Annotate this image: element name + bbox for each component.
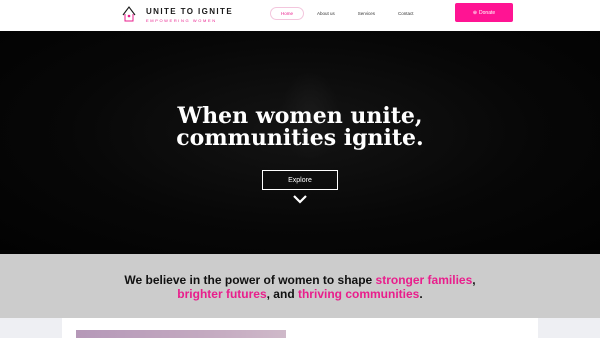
belief-text-part-2: , <box>472 273 476 287</box>
about-section <box>0 318 600 338</box>
nav-item-about-us[interactable]: About us <box>307 8 345 19</box>
nav-item-services[interactable]: Services <box>348 8 385 19</box>
brand-tagline: EMPOWERING WOMEN <box>146 18 217 23</box>
donate-button[interactable]: ⊕ Donate <box>455 3 513 22</box>
donate-label: Donate <box>479 9 496 16</box>
house-outline-icon <box>122 6 136 22</box>
site-header: UNITE TO IGNITE EMPOWERING WOMEN Home Ab… <box>0 0 600 31</box>
hero-heading: When women unite, communities ignite. <box>0 105 600 149</box>
hero-heading-line-1: When women unite, <box>177 103 423 129</box>
belief-section: We believe in the power of women to shap… <box>0 254 600 318</box>
brand-logo[interactable]: UNITE TO IGNITE EMPOWERING WOMEN <box>120 4 234 28</box>
belief-text-part-4: . <box>419 287 423 301</box>
belief-statement: We believe in the power of women to shap… <box>110 273 490 301</box>
main-nav: Home About us Services Contact <box>270 6 427 20</box>
belief-text-part-3: , and <box>266 287 298 301</box>
brand-name: UNITE TO IGNITE <box>146 7 234 16</box>
explore-button[interactable]: Explore <box>262 170 338 190</box>
belief-text-part-1: We believe in the power of women to shap… <box>124 273 376 287</box>
nav-item-contact[interactable]: Contact <box>388 8 424 19</box>
nav-item-home[interactable]: Home <box>270 6 305 20</box>
chevron-down-icon[interactable] <box>292 193 308 205</box>
plus-circle-icon: ⊕ <box>472 9 478 16</box>
hero-section: When women unite, communities ignite. Ex… <box>0 31 600 254</box>
belief-highlight-stronger-families: stronger families <box>375 273 473 287</box>
about-image <box>76 330 286 338</box>
hero-heading-line-2: communities ignite. <box>176 125 424 151</box>
about-heading-partial <box>298 333 344 338</box>
belief-highlight-brighter-futures: brighter futures <box>177 287 267 301</box>
belief-highlight-thriving-communities: thriving communities <box>297 287 420 301</box>
about-card <box>62 318 538 338</box>
